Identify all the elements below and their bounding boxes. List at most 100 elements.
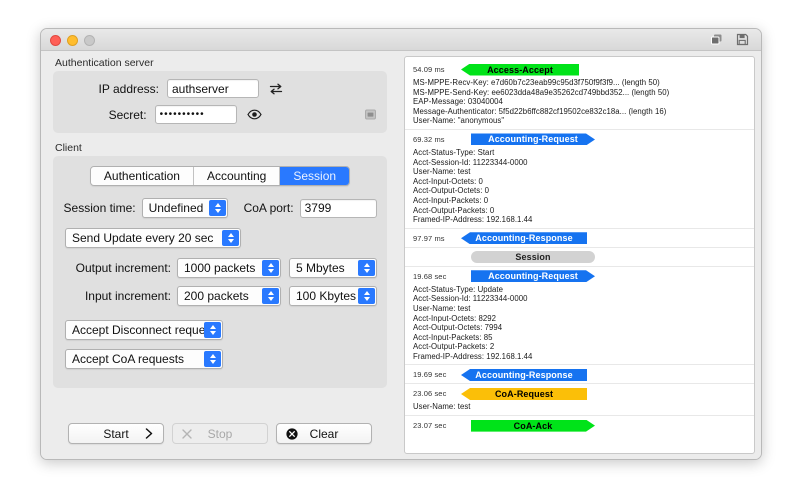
disconnect-policy-value: Accept Disconnect requests	[72, 323, 221, 337]
stop-button[interactable]: Stop	[172, 423, 268, 444]
ip-address-input[interactable]: authserver	[167, 79, 259, 98]
log-attribute: User-Name: test	[413, 304, 754, 314]
log-entry-header: 19.69 secAccounting-Response	[405, 368, 754, 381]
log-attribute: User-Name: test	[413, 402, 754, 412]
log-entry[interactable]: 69.32 msAccounting-RequestAcct-Status-Ty…	[405, 130, 754, 229]
save-icon[interactable]	[736, 33, 749, 46]
window-body: Authentication server IP address: authse…	[41, 51, 761, 460]
log-timestamp: 23.06 sec	[405, 389, 461, 398]
log-attribute: User-Name: "anonymous"	[413, 116, 754, 126]
update-interval-row: Send Update every 20 sec	[63, 228, 377, 248]
chevron-updown-icon	[204, 322, 221, 338]
log-attribute: MS-MPPE-Recv-Key: e7d60b7c23eab99c95d3f7…	[413, 78, 754, 88]
log-entry[interactable]: 54.09 msAccess-Accept MS-MPPE-Recv-Key: e…	[405, 60, 754, 130]
output-increment-packets-select[interactable]: 1000 packets	[177, 258, 281, 278]
minimize-button[interactable]	[67, 35, 78, 46]
log-timestamp: 97.97 ms	[405, 234, 461, 243]
input-increment-row: Input increment: 200 packets 100 Kbytes	[63, 286, 377, 306]
log-timestamp: 54.09 ms	[405, 65, 461, 74]
log-attribute: Acct-Input-Octets: 8292	[413, 314, 754, 324]
chevron-updown-icon	[204, 351, 221, 367]
log-attribute-list: User-Name: test	[405, 400, 754, 413]
session-time-label: Session time:	[63, 201, 136, 215]
start-label: Start	[103, 427, 128, 441]
secret-input[interactable]: ••••••••••	[155, 105, 237, 124]
output-increment-label: Output increment:	[63, 261, 171, 275]
tab-session[interactable]: Session	[280, 167, 349, 185]
log-entry[interactable]: 23.07 sec CoA-Ack	[405, 416, 754, 434]
clear-label: Clear	[310, 427, 339, 441]
log-entry[interactable]: 19.68 secAccounting-RequestAcct-Status-T…	[405, 267, 754, 366]
start-button[interactable]: Start	[68, 423, 164, 444]
log-attribute: Acct-Output-Packets: 0	[413, 206, 754, 216]
log-attribute: Message-Authenticator: 5f5d22b6ffc882cf1…	[413, 107, 754, 117]
output-increment-packets-value: 1000 packets	[184, 261, 255, 275]
log-attribute: Acct-Status-Type: Update	[413, 285, 754, 295]
log-entry-header: 54.09 msAccess-Accept	[405, 63, 754, 76]
app-root: Authentication server IP address: authse…	[0, 0, 800, 500]
log-attribute: Framed-IP-Address: 192.168.1.44	[413, 352, 754, 362]
session-time-select[interactable]: Undefined	[142, 198, 229, 218]
log-attribute: Acct-Output-Octets: 7994	[413, 323, 754, 333]
coa-policy-select[interactable]: Accept CoA requests	[65, 349, 223, 369]
chevron-updown-icon	[262, 260, 279, 276]
log-entry[interactable]: 23.06 secCoA-Request User-Name: test	[405, 384, 754, 416]
output-increment-bytes-value: 5 Mbytes	[296, 261, 345, 275]
tab-authentication[interactable]: Authentication	[91, 167, 194, 185]
client-group: Authentication Accounting Session Sessio…	[53, 156, 387, 388]
close-button[interactable]	[50, 35, 61, 46]
input-increment-bytes-value: 100 Kbytes	[296, 289, 356, 303]
packet-type-badge: Accounting-Request	[471, 133, 595, 145]
packet-type-badge: CoA-Ack	[471, 420, 595, 432]
ip-address-label: IP address:	[53, 82, 159, 96]
coa-policy-value: Accept CoA requests	[72, 352, 184, 366]
log-attribute-list: MS-MPPE-Recv-Key: e7d60b7c23eab99c95d3f7…	[405, 76, 754, 127]
log-attribute: Acct-Input-Packets: 0	[413, 196, 754, 206]
action-buttons: Start Stop	[41, 423, 399, 444]
log-attribute: Acct-Session-Id: 11223344-0000	[413, 294, 754, 304]
log-attribute: MS-MPPE-Send-Key: ee6023dda48a9e35262cd7…	[413, 88, 754, 98]
log-timestamp: 23.07 sec	[405, 421, 461, 430]
chevron-updown-icon	[358, 288, 375, 304]
auth-server-group: IP address: authserver Secret:	[53, 71, 387, 133]
coa-policy-row: Accept CoA requests	[63, 349, 377, 369]
client-tabs: Authentication Accounting Session	[90, 166, 350, 186]
disconnect-policy-row: Accept Disconnect requests	[63, 320, 377, 340]
tab-accounting[interactable]: Accounting	[194, 167, 280, 185]
log-pane: 54.09 msAccess-Accept MS-MPPE-Recv-Key: e…	[399, 51, 761, 460]
eye-icon[interactable]	[247, 109, 262, 120]
log-timestamp: 69.32 ms	[405, 135, 461, 144]
ip-address-row: IP address: authserver	[53, 79, 377, 98]
log-entry-header: 69.32 ms Accounting-Request	[405, 133, 754, 146]
log-entry-header: 23.06 secCoA-Request	[405, 387, 754, 400]
log-entry[interactable]: Session	[405, 248, 754, 267]
packet-log-list[interactable]: 54.09 msAccess-Accept MS-MPPE-Recv-Key: e…	[404, 56, 755, 454]
log-attribute-list: Acct-Status-Type: StartAcct-Session-Id: …	[405, 146, 754, 226]
packet-type-badge: Accounting-Response	[461, 232, 587, 244]
input-increment-bytes-select[interactable]: 100 Kbytes	[289, 286, 377, 306]
chevron-updown-icon	[358, 260, 375, 276]
swap-icon[interactable]	[269, 83, 283, 95]
output-increment-bytes-select[interactable]: 5 Mbytes	[289, 258, 377, 278]
maximize-button[interactable]	[84, 35, 95, 46]
clear-button[interactable]: Clear	[276, 423, 372, 444]
log-attribute: EAP-Message: 03040004	[413, 97, 754, 107]
log-attribute: Acct-Status-Type: Start	[413, 148, 754, 158]
log-attribute: Acct-Input-Packets: 85	[413, 333, 754, 343]
log-entry[interactable]: 97.97 msAccounting-Response	[405, 229, 754, 248]
packet-type-badge: CoA-Request	[461, 388, 587, 400]
titlebar-toolbar	[710, 33, 749, 46]
application-window: Authentication server IP address: authse…	[40, 28, 762, 460]
disconnect-policy-select[interactable]: Accept Disconnect requests	[65, 320, 223, 340]
input-increment-packets-select[interactable]: 200 packets	[177, 286, 281, 306]
window-titlebar	[41, 29, 761, 51]
log-attribute-list: Acct-Status-Type: UpdateAcct-Session-Id:…	[405, 283, 754, 363]
x-icon	[182, 429, 192, 439]
update-interval-select[interactable]: Send Update every 20 sec	[65, 228, 241, 248]
client-group-label: Client	[55, 142, 399, 154]
session-time-value: Undefined	[149, 201, 204, 215]
log-entry[interactable]: 19.69 secAccounting-Response	[405, 365, 754, 384]
coa-port-label: CoA port:	[238, 201, 293, 215]
copy-icon[interactable]	[710, 33, 723, 46]
coa-port-input[interactable]: 3799	[300, 199, 377, 218]
